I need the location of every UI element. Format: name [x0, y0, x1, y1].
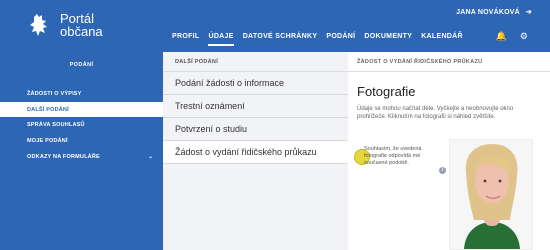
- consent-checkbox[interactable]: Souhlasím, že uvedená fotografie odpovíd…: [354, 146, 442, 178]
- bell-icon[interactable]: 🔔: [496, 31, 507, 42]
- sidebar-item-odkazy-na-formulare[interactable]: ODKAZY NA FORMULÁŘE ⌄: [27, 149, 163, 165]
- main-nav: PROFIL ÚDAJE DATOVÉ SCHRÁNKY PODÁNÍ DOKU…: [172, 33, 463, 46]
- list-item-trestni-oznameni[interactable]: Trestní oznámení: [163, 95, 348, 118]
- list-item-podani-zadosti[interactable]: Podání žádosti o informace: [163, 72, 348, 95]
- portal-title: Portál občana: [60, 11, 103, 39]
- sidebar-item-dalsi-podani[interactable]: DALŠÍ PODÁNÍ: [0, 102, 163, 117]
- nav-datove-schranky[interactable]: DATOVÉ SCHRÁNKY: [243, 33, 318, 46]
- top-header: Portál občana JANA NOVÁKOVÁ ➔ PROFIL ÚDA…: [0, 0, 550, 52]
- person-photo: [450, 140, 532, 249]
- list-item-potvrzeni-o-studiu[interactable]: Potvrzení o studiu: [163, 118, 348, 141]
- nav-podani[interactable]: PODÁNÍ: [326, 33, 355, 46]
- nav-udaje[interactable]: ÚDAJE: [208, 33, 234, 46]
- sidebar: PODÁNÍ ŽÁDOSTI O VÝPISY DALŠÍ PODÁNÍ SPR…: [0, 52, 163, 250]
- info-icon[interactable]: i: [439, 167, 446, 174]
- consent-label: Souhlasím, že uvedená fotografie odpovíd…: [364, 146, 422, 166]
- detail-panel: ŽÁDOST O VYDÁNÍ ŘIDIČSKÉHO PRŮKAZU Fotog…: [348, 52, 550, 250]
- sidebar-item-sprava-souhlasu[interactable]: SPRÁVA SOUHLASŮ: [27, 117, 163, 133]
- portal-logo[interactable]: Portál občana: [28, 12, 103, 38]
- section-heading: Fotografie: [357, 84, 416, 99]
- sidebar-item-moje-podani[interactable]: MOJE PODÁNÍ: [27, 133, 163, 149]
- list-item-zadost-ridicsky-prukaz[interactable]: Žádost o vydání řidičského průkazu: [163, 141, 348, 164]
- chevron-down-icon[interactable]: ⌄: [148, 154, 153, 160]
- czech-lion-icon: [30, 14, 47, 36]
- sidebar-title: PODÁNÍ: [69, 62, 94, 68]
- nav-kalendar[interactable]: KALENDÁŘ: [421, 33, 463, 46]
- sidebar-item-zadosti-o-vypisy[interactable]: ŽÁDOSTI O VÝPISY: [27, 86, 163, 102]
- user-menu[interactable]: JANA NOVÁKOVÁ ➔: [456, 8, 532, 17]
- header-tools: 🔔 ⚙: [496, 31, 528, 42]
- sidebar-item-label: ODKAZY NA FORMULÁŘE: [27, 154, 100, 160]
- user-name: JANA NOVÁKOVÁ: [456, 8, 520, 16]
- middle-panel: DALŠÍ PODÁNÍ Podání žádosti o informace …: [163, 52, 348, 250]
- nav-dokumenty[interactable]: DOKUMENTY: [364, 33, 412, 46]
- logout-icon[interactable]: ➔: [526, 8, 532, 16]
- nav-profil[interactable]: PROFIL: [172, 33, 199, 46]
- gear-icon[interactable]: ⚙: [520, 31, 528, 42]
- middle-panel-title: DALŠÍ PODÁNÍ: [163, 52, 348, 72]
- help-text: Údaje se mohou načítat déle. Vyčkejte a …: [357, 106, 514, 120]
- portrait-photo[interactable]: [449, 139, 533, 250]
- detail-panel-title: ŽÁDOST O VYDÁNÍ ŘIDIČSKÉHO PRŮKAZU: [348, 52, 550, 72]
